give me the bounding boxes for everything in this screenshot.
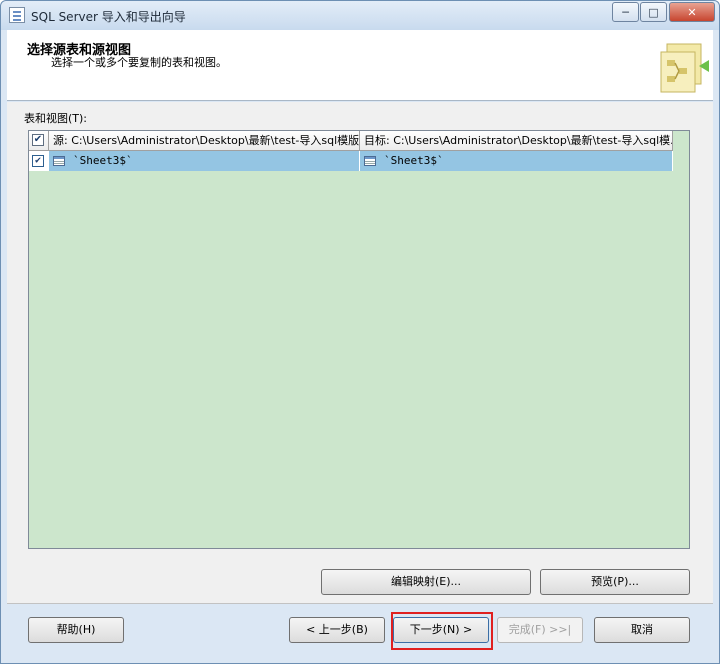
back-button[interactable]: < 上一步(B) [289, 617, 385, 643]
column-destination[interactable]: 目标: C:\Users\Administrator\Desktop\最新\te… [360, 131, 673, 151]
page-header: 选择源表和源视图 选择一个或多个要复制的表和视图。 [7, 30, 713, 101]
select-all-cell[interactable]: ✔ [29, 131, 49, 151]
close-button[interactable]: ✕ [669, 2, 715, 22]
page-subtitle: 选择一个或多个要复制的表和视图。 [51, 56, 227, 69]
row-check-cell[interactable]: ✔ [29, 151, 49, 171]
grid-header: ✔ 源: C:\Users\Administrator\Desktop\最新\t… [29, 131, 673, 151]
table-icon [364, 156, 376, 166]
title-bar[interactable]: SQL Server 导入和导出向导 ─ □ ✕ [1, 1, 719, 30]
finish-button: 完成(F) >>| [497, 617, 583, 643]
help-button[interactable]: 帮助(H) [28, 617, 124, 643]
cancel-button[interactable]: 取消 [594, 617, 690, 643]
row-destination-name: `Sheet3$` [384, 154, 444, 167]
row-checkbox[interactable]: ✔ [32, 155, 44, 167]
preview-button[interactable]: 预览(P)... [540, 569, 690, 595]
window-title: SQL Server 导入和导出向导 [31, 10, 186, 24]
tables-label: 表和视图(T): [24, 112, 88, 125]
select-all-checkbox[interactable]: ✔ [32, 134, 44, 146]
column-source[interactable]: 源: C:\Users\Administrator\Desktop\最新\tes… [49, 131, 360, 151]
edit-mappings-button[interactable]: 编辑映射(E)... [321, 569, 531, 595]
row-source-cell[interactable]: `Sheet3$` [49, 151, 360, 171]
wizard-graphic-icon [660, 43, 709, 93]
maximize-button[interactable]: □ [640, 2, 667, 22]
tables-grid[interactable]: ✔ 源: C:\Users\Administrator\Desktop\最新\t… [28, 130, 690, 549]
minimize-button[interactable]: ─ [612, 2, 639, 22]
row-source-name: `Sheet3$` [73, 154, 133, 167]
row-destination-cell[interactable]: `Sheet3$` [360, 151, 673, 171]
table-row[interactable]: ✔ `Sheet3$` `Sheet3$` [29, 151, 673, 171]
table-icon [53, 156, 65, 166]
app-icon [9, 7, 25, 23]
next-button-highlight [391, 612, 493, 650]
